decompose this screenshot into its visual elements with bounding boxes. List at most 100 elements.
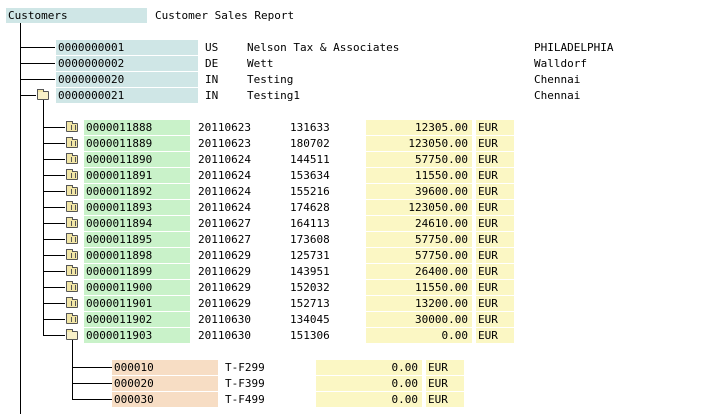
tree-line-items: [72, 340, 73, 399]
order-number[interactable]: 0000011893: [84, 200, 190, 215]
order-currency: EUR: [476, 152, 514, 167]
order-number[interactable]: 0000011901: [84, 296, 190, 311]
customer-name: Testing: [245, 72, 527, 87]
folder-open-icon[interactable]: [66, 329, 78, 340]
order-time: 125731: [288, 248, 358, 263]
customer-name: Testing1: [245, 88, 527, 103]
order-amount: 39600.00: [366, 184, 472, 199]
tree-line-customer: [20, 63, 55, 64]
order-number[interactable]: 0000011903: [84, 328, 190, 343]
order-number[interactable]: 0000011889: [84, 136, 190, 151]
order-number[interactable]: 0000011899: [84, 264, 190, 279]
folder-closed-icon[interactable]: [66, 217, 78, 228]
order-amount: 26400.00: [366, 264, 472, 279]
report-title: Customer Sales Report: [155, 9, 295, 22]
item-amount: 0.00: [316, 392, 422, 407]
folder-open-icon[interactable]: [37, 89, 49, 100]
folder-closed-icon[interactable]: [66, 265, 78, 276]
customer-id[interactable]: 0000000021: [56, 88, 198, 103]
item-currency: EUR: [426, 392, 464, 407]
item-amount: 0.00: [316, 376, 422, 391]
tree-line-item: [72, 367, 112, 368]
customer-name: Wett: [245, 56, 527, 71]
order-number[interactable]: 0000011900: [84, 280, 190, 295]
tree-line-order: [43, 287, 65, 288]
item-currency: EUR: [426, 376, 464, 391]
order-currency: EUR: [476, 296, 514, 311]
order-number[interactable]: 0000011890: [84, 152, 190, 167]
order-number[interactable]: 0000011888: [84, 120, 190, 135]
folder-closed-icon[interactable]: [66, 169, 78, 180]
folder-closed-icon[interactable]: [66, 185, 78, 196]
order-date: 20110627: [196, 216, 284, 231]
item-material: T-F499: [223, 392, 309, 407]
order-date: 20110630: [196, 328, 284, 343]
order-currency: EUR: [476, 264, 514, 279]
order-time: 134045: [288, 312, 358, 327]
order-number[interactable]: 0000011891: [84, 168, 190, 183]
order-number[interactable]: 0000011898: [84, 248, 190, 263]
order-time: 173608: [288, 232, 358, 247]
tree-line-customer: [20, 47, 55, 48]
order-time: 164113: [288, 216, 358, 231]
item-number[interactable]: 000030: [112, 392, 218, 407]
folder-closed-icon[interactable]: [66, 313, 78, 324]
order-number[interactable]: 0000011892: [84, 184, 190, 199]
order-number[interactable]: 0000011902: [84, 312, 190, 327]
folder-closed-icon[interactable]: [66, 137, 78, 148]
folder-closed-icon[interactable]: [66, 153, 78, 164]
customer-id[interactable]: 0000000002: [56, 56, 198, 71]
customer-id[interactable]: 0000000001: [56, 40, 198, 55]
customers-column-title: Customers: [8, 9, 68, 22]
tree-line-order: [43, 159, 65, 160]
item-number[interactable]: 000020: [112, 376, 218, 391]
folder-closed-icon[interactable]: [66, 233, 78, 244]
folder-closed-icon[interactable]: [66, 297, 78, 308]
order-number[interactable]: 0000011895: [84, 232, 190, 247]
order-currency: EUR: [476, 312, 514, 327]
order-amount: 57750.00: [366, 152, 472, 167]
item-number[interactable]: 000010: [112, 360, 218, 375]
tree-line-order: [43, 223, 65, 224]
folder-closed-icon[interactable]: [66, 121, 78, 132]
customer-country: US: [203, 40, 240, 55]
order-time: 131633: [288, 120, 358, 135]
item-material: T-F299: [223, 360, 309, 375]
order-currency: EUR: [476, 168, 514, 183]
order-amount: 57750.00: [366, 248, 472, 263]
customer-country: IN: [203, 72, 240, 87]
order-currency: EUR: [476, 120, 514, 135]
order-amount: 13200.00: [366, 296, 472, 311]
order-date: 20110624: [196, 184, 284, 199]
tree-line-root: [20, 23, 21, 414]
tree-line-order: [43, 127, 65, 128]
order-time: 180702: [288, 136, 358, 151]
order-currency: EUR: [476, 248, 514, 263]
folder-closed-icon[interactable]: [66, 201, 78, 212]
tree-line-order: [43, 255, 65, 256]
customer-name: Nelson Tax & Associates: [245, 40, 527, 55]
order-date: 20110629: [196, 264, 284, 279]
tree-line-order: [43, 319, 65, 320]
order-time: 152713: [288, 296, 358, 311]
order-time: 152032: [288, 280, 358, 295]
customer-country: DE: [203, 56, 240, 71]
order-date: 20110624: [196, 168, 284, 183]
tree-line-order: [43, 271, 65, 272]
order-number[interactable]: 0000011894: [84, 216, 190, 231]
customer-id[interactable]: 0000000020: [56, 72, 198, 87]
order-date: 20110629: [196, 280, 284, 295]
tree-line-order: [43, 239, 65, 240]
order-time: 153634: [288, 168, 358, 183]
folder-closed-icon[interactable]: [66, 281, 78, 292]
order-amount: 0.00: [366, 328, 472, 343]
customer-city: Chennai: [532, 72, 710, 87]
tree-line-order: [43, 175, 65, 176]
order-date: 20110630: [196, 312, 284, 327]
folder-closed-icon[interactable]: [66, 249, 78, 260]
tree-line-order: [43, 335, 65, 336]
order-currency: EUR: [476, 200, 514, 215]
order-amount: 11550.00: [366, 168, 472, 183]
order-time: 151306: [288, 328, 358, 343]
tree-line-order: [43, 191, 65, 192]
